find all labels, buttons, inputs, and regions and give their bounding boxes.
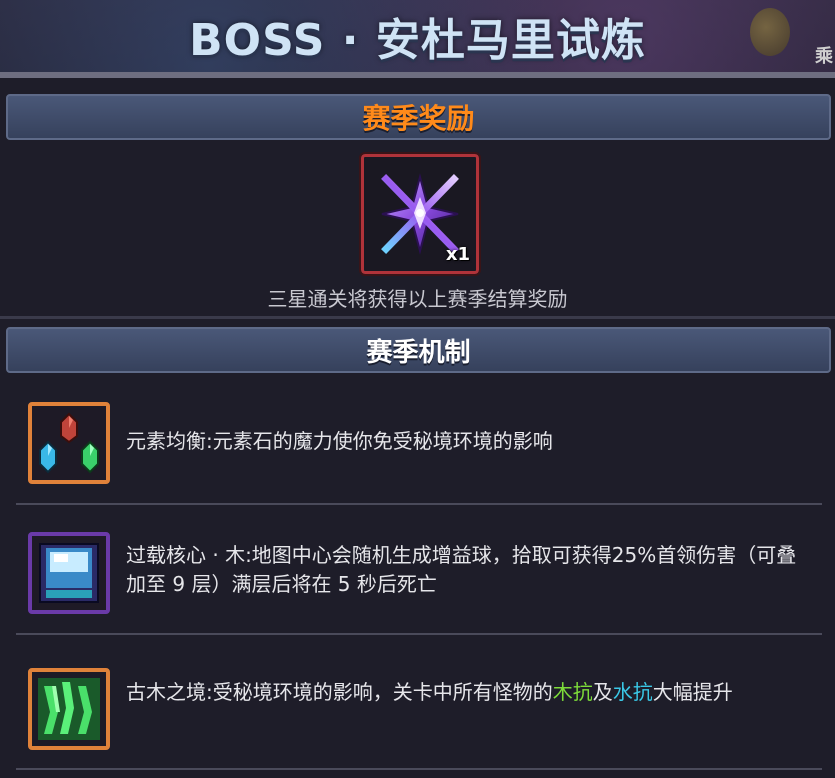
mechanic-text-2: 过载核心 · 木:地图中心会随机生成增益球，拾取可获得25%首领伤害（可叠加至 … bbox=[126, 543, 797, 596]
reward-description: 三星通关将获得以上赛季结算奖励 bbox=[267, 287, 568, 311]
section-divider bbox=[0, 316, 835, 319]
reward-count: x1 bbox=[445, 244, 470, 265]
title-bar: BOSS · 安杜马里试炼 bbox=[0, 0, 835, 72]
overload-core-icon[interactable] bbox=[28, 532, 110, 614]
mechanic-text-3-part-2: 及 bbox=[592, 680, 613, 704]
mechanic-text-3-part-1: 古木之境:受秘境环境的影响，关卡中所有怪物的 bbox=[126, 680, 553, 704]
corner-label: 乘 bbox=[815, 46, 833, 67]
season-mechanics-header: 赛季机制 bbox=[6, 327, 831, 373]
season-reward-title: 赛季奖励 bbox=[362, 102, 475, 135]
coin-icon[interactable] bbox=[750, 8, 790, 56]
overload-core-graphic bbox=[39, 543, 99, 603]
season-reward-header: 赛季奖励 bbox=[6, 94, 831, 140]
mechanic-text-3-part-3: 大幅提升 bbox=[652, 680, 733, 704]
element-stones-icon[interactable] bbox=[28, 402, 110, 484]
reward-item-slot[interactable]: x1 bbox=[359, 152, 481, 276]
water-resist-highlight: 水抗 bbox=[612, 680, 653, 704]
mechanic-text-3: 古木之境:受秘境环境的影响，关卡中所有怪物的木抗及水抗大幅提升 bbox=[126, 678, 816, 707]
row-divider bbox=[16, 768, 822, 770]
season-mechanics-title: 赛季机制 bbox=[366, 337, 471, 368]
page-title: BOSS · 安杜马里试炼 bbox=[189, 15, 646, 66]
wood-resist-highlight: 木抗 bbox=[552, 680, 593, 704]
element-stones-graphic bbox=[39, 412, 99, 474]
row-divider bbox=[16, 633, 822, 635]
ancient-wood-graphic bbox=[38, 678, 100, 740]
mechanic-text-1: 元素均衡:元素石的魔力使你免受秘境环境的影响 bbox=[126, 429, 553, 453]
row-divider bbox=[16, 503, 822, 505]
ancient-wood-icon[interactable] bbox=[28, 668, 110, 750]
